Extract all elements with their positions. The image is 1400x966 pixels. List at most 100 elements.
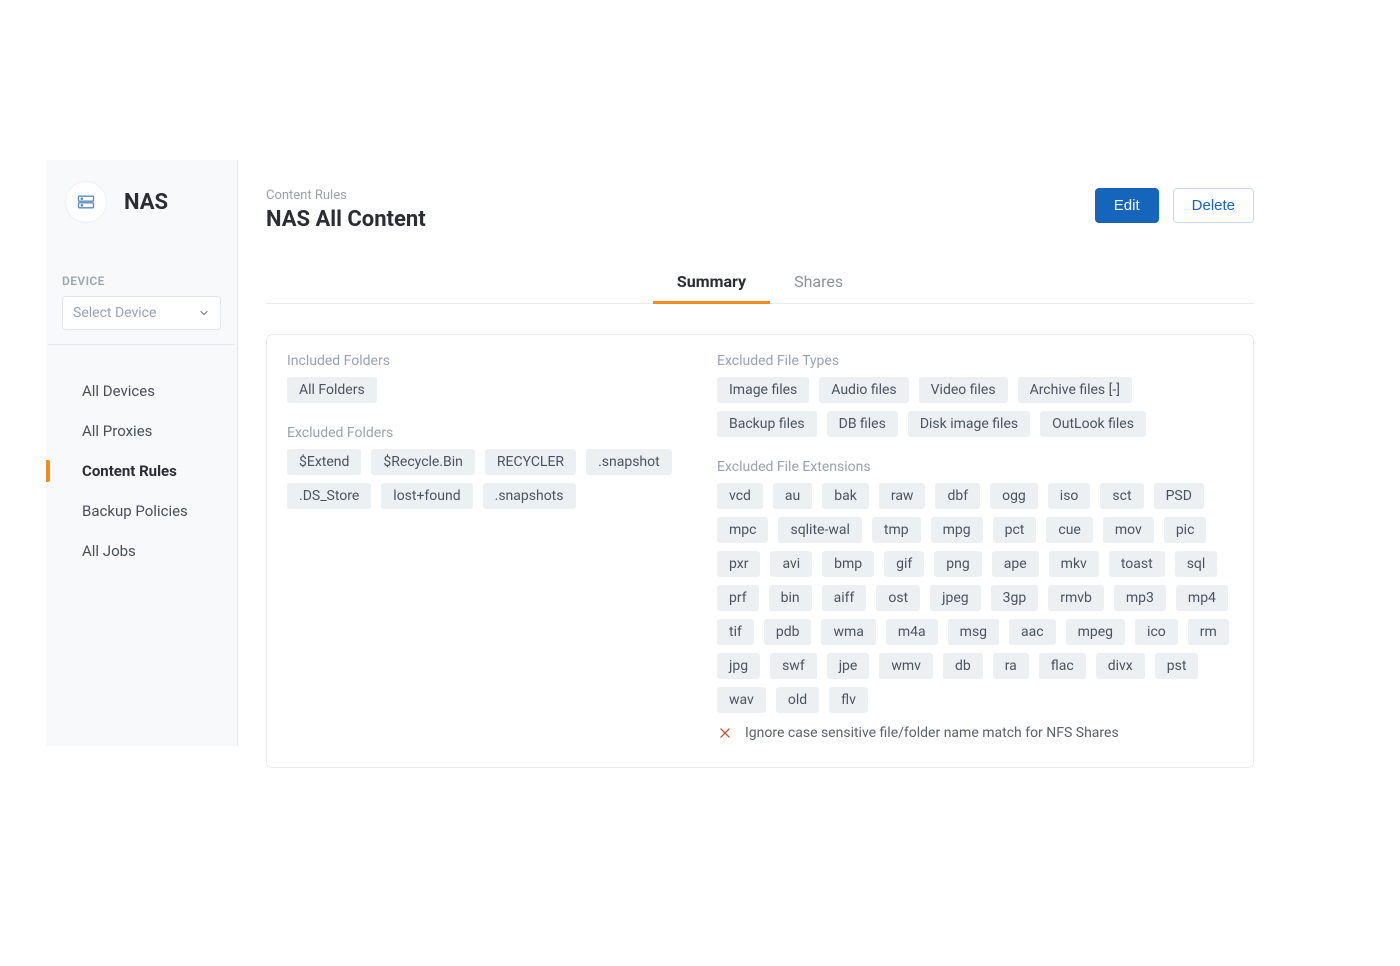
excluded-extension-chip: db [943,653,983,679]
excluded-extension-chip: wav [717,687,766,713]
excluded-extension-chip: pst [1155,653,1199,679]
nas-icon [66,182,106,222]
nav-item-backup-policies[interactable]: Backup Policies [46,491,237,531]
excluded-extension-chip: pxr [717,551,760,577]
excluded-extension-chip: cue [1046,517,1092,543]
excluded-extension-chip: aac [1009,619,1056,645]
nav-item-all-proxies[interactable]: All Proxies [46,411,237,451]
tabs: SummaryShares [266,260,1254,304]
sidebar: NAS DEVICE Select Device All DevicesAll … [46,160,238,746]
excluded-extension-chip: ra [993,653,1029,679]
edit-button[interactable]: Edit [1095,188,1159,223]
nav-item-all-jobs[interactable]: All Jobs [46,531,237,571]
sidebar-nav: All DevicesAll ProxiesContent RulesBacku… [46,345,237,571]
excluded-extension-chip: 3gp [991,585,1039,611]
excluded-extension-chip: avi [770,551,812,577]
excluded-file-type-chip: DB files [827,411,898,437]
excluded-extension-chip: sqlite-wal [778,517,861,543]
excluded-extension-chip: pic [1164,517,1207,543]
excluded-extension-chip: pdb [764,619,812,645]
excluded-file-type-chip: OutLook files [1040,411,1146,437]
excluded-extension-chip: mpc [717,517,768,543]
excluded-extension-chip: dbf [935,483,980,509]
excluded-extension-chip: mpeg [1066,619,1125,645]
excluded-extension-chip: bmp [822,551,874,577]
excluded-file-type-chip: Disk image files [908,411,1030,437]
excluded-file-type-chip: Image files [717,377,809,403]
excluded-extension-chip: flv [829,687,868,713]
case-note-text: Ignore case sensitive file/folder name m… [745,725,1119,741]
excluded-extension-chip: jpeg [930,585,981,611]
excluded-extension-chip: ogg [990,483,1038,509]
delete-button[interactable]: Delete [1173,188,1254,223]
excluded-extension-chip: au [773,483,812,509]
excluded-folder-chip: $Extend [287,449,361,475]
select-device-placeholder: Select Device [73,305,156,321]
excluded-extension-chip: raw [879,483,926,509]
excluded-extension-chip: bin [769,585,812,611]
excluded-file-type-chip: Video files [919,377,1008,403]
excluded-extensions-label: Excluded File Extensions [717,459,1233,475]
chevron-down-icon [198,307,210,319]
excluded-extension-chip: gif [884,551,924,577]
excluded-extension-chip: ost [876,585,920,611]
excluded-extension-chip: vcd [717,483,763,509]
excluded-extension-chip: jpe [827,653,870,679]
excluded-folder-chip: lost+found [381,483,472,509]
excluded-extension-chip: m4a [886,619,938,645]
excluded-extension-chip: tmp [872,517,921,543]
excluded-extension-chip: iso [1048,483,1091,509]
nav-item-all-devices[interactable]: All Devices [46,371,237,411]
excluded-extension-chip: mkv [1049,551,1099,577]
excluded-folder-chip: RECYCLER [485,449,576,475]
excluded-extension-chip: aiff [822,585,867,611]
excluded-folder-chip: .snapshots [483,483,576,509]
excluded-folder-chip: $Recycle.Bin [371,449,475,475]
excluded-extension-chip: jpg [717,653,760,679]
excluded-file-type-chip: Backup files [717,411,817,437]
excluded-extension-chip: mov [1103,517,1154,543]
sidebar-title: NAS [124,190,168,215]
excluded-extension-chip: tif [717,619,754,645]
excluded-folders-label: Excluded Folders [287,425,687,441]
nav-item-content-rules[interactable]: Content Rules [46,451,237,491]
tab-summary[interactable]: Summary [653,260,770,303]
excluded-extension-chip: mpg [931,517,983,543]
excluded-extension-chip: wmv [879,653,933,679]
excluded-extension-chip: pct [993,517,1037,543]
excluded-extension-chip: flac [1039,653,1086,679]
excluded-folder-chip: .snapshot [586,449,672,475]
summary-panel: Included Folders All Folders Excluded Fo… [266,334,1254,768]
excluded-extension-chip: toast [1109,551,1165,577]
excluded-extension-chip: PSD [1154,483,1204,509]
page-title: NAS All Content [266,207,426,232]
excluded-extension-chip: rm [1188,619,1229,645]
excluded-folder-chip: .DS_Store [287,483,371,509]
select-device-dropdown[interactable]: Select Device [62,296,221,330]
excluded-extension-chip: sct [1100,483,1143,509]
excluded-file-types-label: Excluded File Types [717,353,1233,369]
x-icon [717,725,733,741]
included-folders-label: Included Folders [287,353,687,369]
device-section-label: DEVICE [62,274,221,288]
included-folder-chip: All Folders [287,377,377,403]
excluded-extension-chip: swf [770,653,817,679]
excluded-extension-chip: old [776,687,819,713]
excluded-file-type-chip: Archive files [-] [1018,377,1132,403]
excluded-extension-chip: mp3 [1114,585,1166,611]
excluded-extension-chip: png [934,551,981,577]
excluded-file-type-chip: Audio files [819,377,908,403]
breadcrumb: Content Rules [266,188,426,203]
main-content: Content Rules NAS All Content Edit Delet… [238,160,1254,746]
excluded-extension-chip: mp4 [1176,585,1228,611]
excluded-extension-chip: msg [948,619,999,645]
excluded-extension-chip: sql [1175,551,1218,577]
excluded-extension-chip: divx [1096,653,1145,679]
excluded-extension-chip: wma [821,619,875,645]
excluded-extension-chip: rmvb [1048,585,1104,611]
excluded-extension-chip: ico [1135,619,1178,645]
excluded-extension-chip: prf [717,585,759,611]
tab-shares[interactable]: Shares [770,260,867,303]
excluded-extension-chip: ape [992,551,1039,577]
excluded-extension-chip: bak [822,483,869,509]
